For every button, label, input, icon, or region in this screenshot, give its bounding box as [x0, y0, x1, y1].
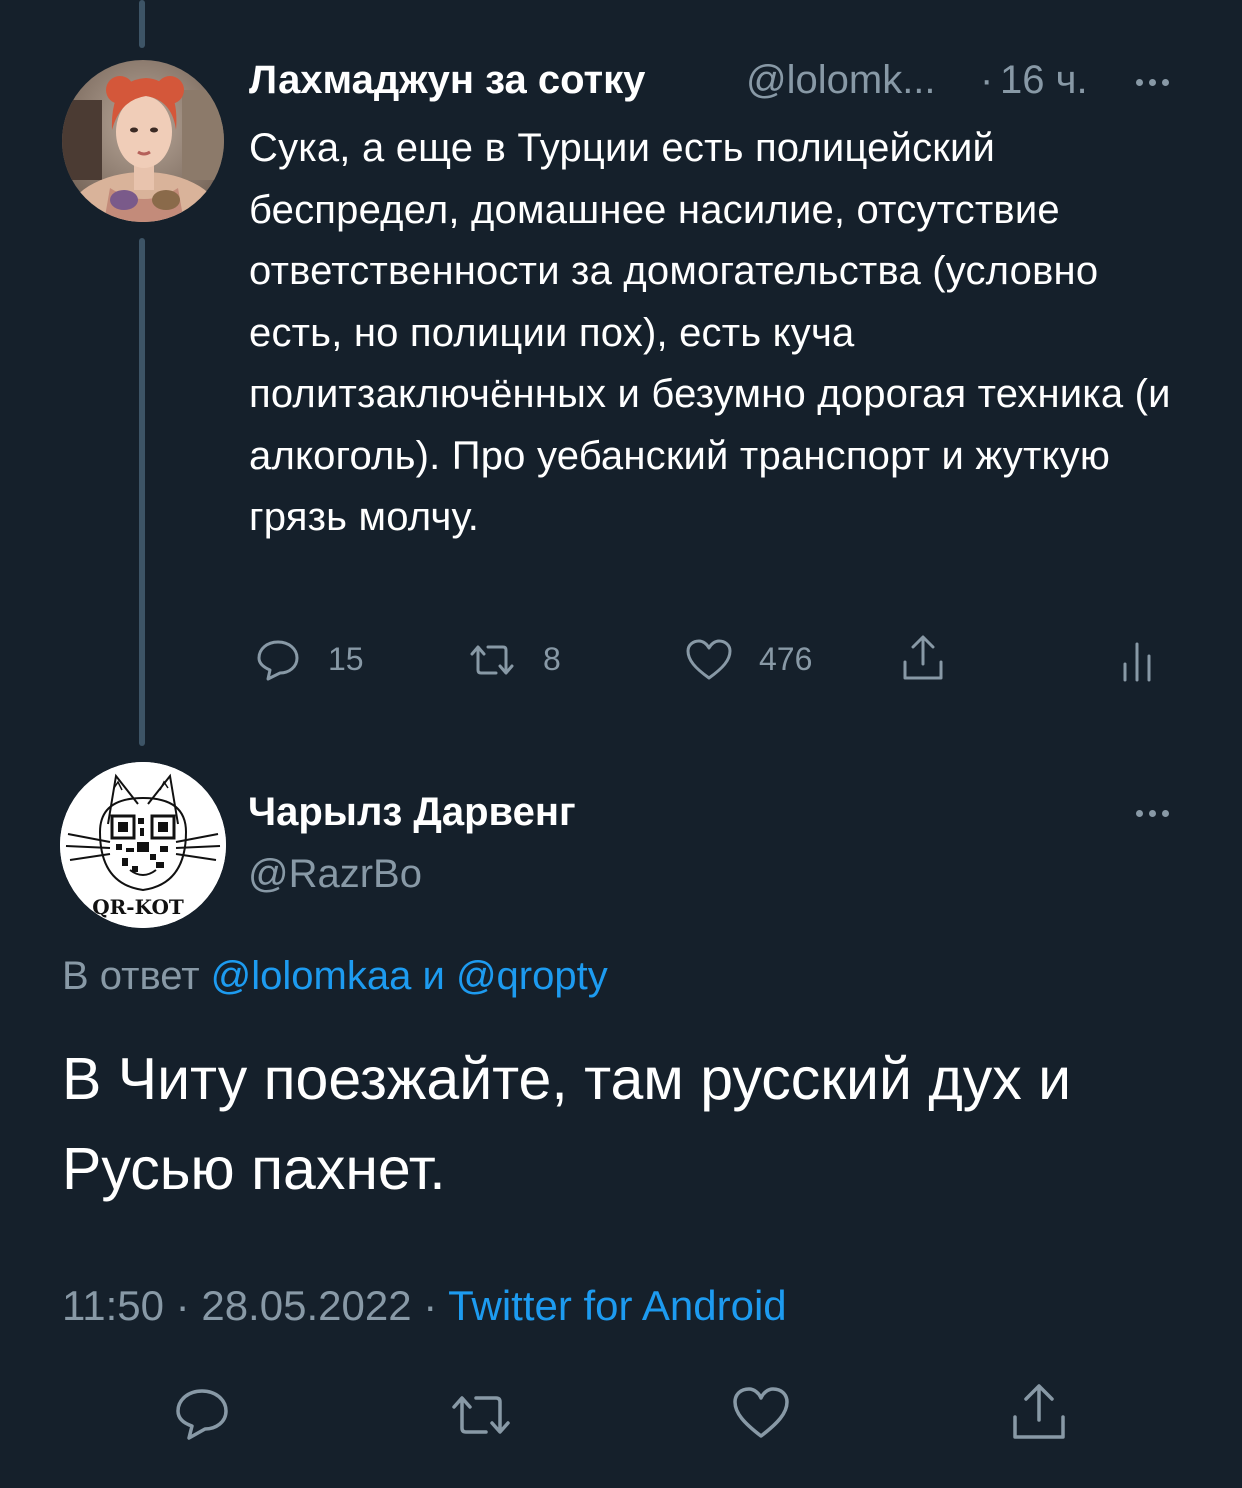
parent-handle[interactable]: @lolomk...	[746, 58, 936, 103]
parent-more-icon[interactable]	[1136, 79, 1169, 86]
main-heart-icon[interactable]	[732, 1386, 790, 1440]
parent-display-name[interactable]: Лахмаджун за сотку	[249, 58, 645, 103]
analytics-icon[interactable]	[1120, 638, 1154, 682]
parent-reply-count: 15	[328, 641, 364, 677]
heart-icon[interactable]	[685, 638, 733, 682]
parent-tweet-text: Сука, а еще в Турции есть полицейский бе…	[249, 126, 1171, 539]
thread-line-top	[139, 0, 145, 48]
tweet-time: 11:50	[62, 1282, 164, 1329]
main-share-icon[interactable]	[1010, 1382, 1068, 1442]
parent-time[interactable]: 16 ч.	[1000, 58, 1088, 103]
tweet-source-link[interactable]: Twitter for Android	[448, 1282, 786, 1329]
tweet-meta: 11:50 · 28.05.2022 · Twitter for Android	[62, 1282, 787, 1330]
reply-to-and[interactable]: и	[422, 954, 444, 998]
main-handle[interactable]: @RazrBo	[248, 852, 422, 897]
reply-to-user2-link[interactable]: @qropty	[456, 954, 608, 998]
main-more-icon[interactable]	[1136, 810, 1169, 817]
parent-separator: ·	[980, 58, 994, 102]
parent-like-count: 476	[759, 641, 813, 677]
main-tweet-text: В Читу поезжайте, там русский дух и Русь…	[62, 1046, 1072, 1202]
reply-to-line: В ответ @lolomkaa и @qropty	[62, 954, 608, 999]
reply-to-user1-link[interactable]: @lolomkaa	[211, 954, 412, 998]
parent-retweet-count: 8	[543, 641, 561, 677]
main-display-name[interactable]: Чарылз Дарвенг	[248, 790, 576, 835]
main-reply-icon[interactable]	[174, 1386, 230, 1442]
reply-to-prefix: В ответ	[62, 954, 200, 998]
main-avatar[interactable]: QR-KOT	[60, 762, 226, 928]
share-icon[interactable]	[900, 634, 946, 682]
thread-line-connector	[139, 238, 145, 746]
avatar-caption: QR-KOT	[92, 895, 184, 919]
tweet-date: 28.05.2022	[201, 1282, 412, 1329]
reply-icon[interactable]	[256, 638, 300, 682]
meta-separator-1: ·	[175, 1282, 190, 1329]
meta-separator-2: ·	[423, 1282, 438, 1329]
main-retweet-icon[interactable]	[448, 1390, 514, 1440]
parent-avatar[interactable]	[62, 60, 224, 222]
retweet-icon[interactable]	[466, 640, 518, 680]
